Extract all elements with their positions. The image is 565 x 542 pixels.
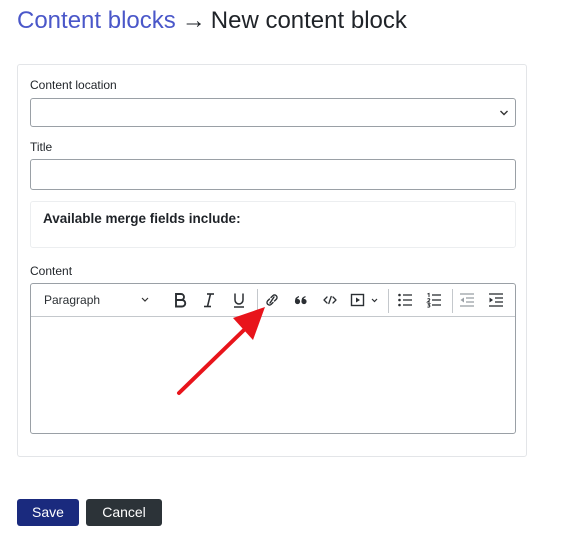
underline-icon [234, 293, 244, 308]
breadcrumb-link-content-blocks[interactable]: Content blocks [17, 7, 176, 34]
merge-fields-panel: Available merge fields include: [30, 201, 516, 248]
content-block-form: Content location Title Available merge f… [17, 64, 527, 457]
title-label: Title [30, 140, 53, 154]
media-embed-icon [350, 293, 378, 307]
bulleted-list-icon [398, 293, 412, 307]
toolbar-separator [257, 289, 258, 313]
content-editor-area[interactable] [31, 317, 515, 433]
chevron-down-icon [500, 110, 508, 116]
bulleted-list-button[interactable] [397, 291, 413, 309]
editor-toolbar: Paragraph [31, 284, 515, 317]
indent-button[interactable] [488, 291, 504, 309]
paragraph-style-label: Paragraph [44, 293, 101, 307]
code-button[interactable] [322, 291, 338, 309]
cancel-button[interactable]: Cancel [86, 499, 162, 526]
media-embed-button[interactable] [350, 291, 378, 309]
content-location-label: Content location [30, 78, 117, 92]
rich-text-editor: Paragraph [30, 283, 516, 434]
blockquote-icon [294, 296, 307, 305]
blockquote-button[interactable] [293, 291, 309, 309]
bold-button[interactable] [173, 291, 187, 309]
page-header: Content blocks → New content block [17, 6, 407, 36]
save-button[interactable]: Save [17, 499, 79, 526]
outdent-button[interactable] [459, 291, 475, 309]
toolbar-separator [388, 289, 389, 313]
italic-icon [204, 293, 214, 308]
numbered-list-button[interactable] [426, 291, 442, 309]
underline-button[interactable] [232, 291, 246, 309]
link-icon [266, 294, 278, 306]
indent-icon [489, 293, 503, 307]
chevron-down-icon [141, 297, 149, 302]
italic-button[interactable] [203, 291, 215, 309]
content-label: Content [30, 264, 73, 278]
toolbar-separator [452, 289, 453, 313]
numbered-list-icon [426, 292, 441, 308]
page-title: New content block [210, 7, 407, 34]
title-input[interactable] [30, 159, 516, 190]
breadcrumb-arrow: → [181, 7, 206, 34]
outdent-icon [460, 293, 474, 307]
content-location-select[interactable] [30, 98, 516, 127]
code-icon [323, 295, 337, 305]
merge-fields-title: Available merge fields include: [43, 211, 241, 226]
bold-icon [175, 293, 187, 308]
page: Content blocks → New content block Content… [0, 0, 565, 542]
link-button[interactable] [264, 291, 280, 309]
